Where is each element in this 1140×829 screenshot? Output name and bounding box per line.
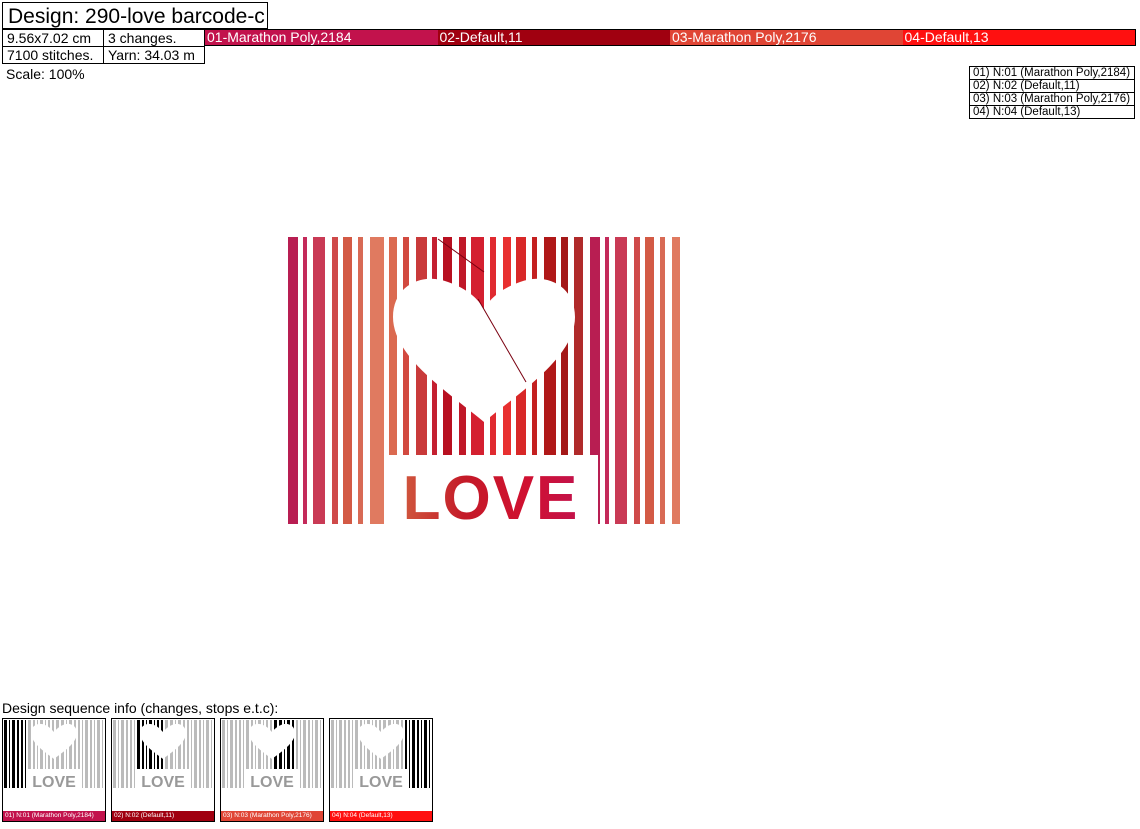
embroidery-design-preview: LOVE [288,237,686,533]
thumb-stripe [82,720,83,788]
thumb-caption: 04) N:04 (Default,13) [330,811,432,821]
thumb-stripe [230,720,233,788]
thumb-stripe [194,720,197,788]
sequence-thumb-4[interactable]: LOVE 04) N:04 (Default,13) [329,718,433,822]
thumb-stripe [203,720,204,788]
thumb-preview: LOVE [222,720,321,791]
sequence-thumb-3[interactable]: LOVE 03) N:03 (Marathon Poly,2176) [220,718,324,822]
legend-item-1: 01) N:01 (Marathon Poly,2184) [969,66,1135,80]
thumb-stripe [320,720,321,788]
barcode-stripe [303,237,307,524]
sequence-info-label: Design sequence info (changes, stops e.t… [2,700,279,716]
sequence-thumbnails: LOVE 01) N:01 (Marathon Poly,2184) LOVE … [2,718,433,822]
thumb-stripe [126,720,128,788]
thumb-stripe [191,720,192,788]
thumb-stripe [331,720,334,788]
thumb-stripe [211,720,212,788]
sequence-thumb-1[interactable]: LOVE 01) N:01 (Marathon Poly,2184) [2,718,106,822]
thumb-stripe [412,720,415,788]
thumb-preview: LOVE [113,720,212,791]
barcode-stripe [615,237,627,524]
thumb-stripe [352,720,353,788]
thumb-love-text: LOVE [141,774,185,791]
thumb-stripe [315,720,318,788]
yarn-length: Yarn: 34.03 m [103,46,205,64]
thumb-stripe [85,720,88,788]
barcode-stripe [660,237,665,524]
thumb-love-text: LOVE [359,774,403,791]
thread-color-bar: 01-Marathon Poly,2184 02-Default,11 03-M… [204,29,1136,46]
color-segment-2: 02-Default,11 [437,30,670,45]
thumb-stripe [121,720,124,788]
color-segment-1: 01-Marathon Poly,2184 [205,30,438,45]
thumb-stripe [227,720,228,788]
thumb-stripe [130,720,132,788]
barcode-stripe [288,237,298,524]
thumb-stripe [239,720,241,788]
thumb-stripe [222,720,225,788]
barcode-stripe [672,237,686,524]
thumb-stripe [417,720,419,788]
thumb-stripe [303,720,306,788]
legend-item-2: 02) N:02 (Default,11) [969,79,1135,93]
thumb-stripe [102,720,103,788]
barcode-stripe [605,237,609,524]
thumb-preview: LOVE [4,720,103,791]
thumb-love-text: LOVE [32,774,76,791]
thumb-stripe [12,720,15,788]
legend-item-3: 03) N:03 (Marathon Poly,2176) [969,92,1135,106]
barcode-stripe [332,237,338,524]
thumb-stripe [336,720,337,788]
thumb-stripe [235,720,237,788]
sequence-thumb-2[interactable]: LOVE 02) N:02 (Default,11) [111,718,215,822]
barcode-stripe [343,237,352,524]
thumb-stripe [9,720,10,788]
color-changes: 3 changes. [103,29,205,47]
thumb-stripe [339,720,342,788]
barcode-stripe [358,237,363,524]
color-segment-3: 03-Marathon Poly,2176 [670,30,903,45]
love-text: LOVE [403,464,580,524]
thumb-love-text: LOVE [250,774,294,791]
thumb-stripe [348,720,350,788]
design-info-table: 9.56x7.02 cm 3 changes. 7100 stitches. Y… [2,29,205,64]
barcode-stripe [370,237,384,524]
thumb-stripe [4,720,7,788]
thumb-stripe [199,720,201,788]
thumb-stripe [409,720,410,788]
thumb-stripe [97,720,100,788]
scale-label: Scale: 100% [6,66,85,82]
thumb-caption: 01) N:01 (Marathon Poly,2184) [3,811,105,821]
thumb-preview: LOVE [331,720,430,791]
barcode-stripe [634,237,640,524]
color-segment-4: 04-Default,13 [902,30,1135,45]
thumb-stripe [344,720,346,788]
thumb-caption: 02) N:02 (Default,11) [112,811,214,821]
barcode-stripe [313,237,325,524]
thumb-stripe [113,720,116,788]
stitch-count: 7100 stitches. [2,46,104,64]
thread-legend: 01) N:01 (Marathon Poly,2184) 02) N:02 (… [969,66,1135,119]
thumb-stripe [134,720,135,788]
thumb-stripe [17,720,19,788]
thumb-stripe [308,720,310,788]
thumb-stripe [421,720,422,788]
thumb-stripe [243,720,244,788]
thumb-stripe [94,720,95,788]
thumb-stripe [424,720,427,788]
thumb-stripe [25,720,26,788]
legend-item-4: 04) N:04 (Default,13) [969,105,1135,119]
thumb-stripe [90,720,92,788]
thumb-stripe [118,720,119,788]
thumb-stripe [429,720,430,788]
thumb-stripe [300,720,301,788]
barcode-stripe [645,237,654,524]
thumb-stripe [21,720,23,788]
thumb-caption: 03) N:03 (Marathon Poly,2176) [221,811,323,821]
thumb-stripe [312,720,313,788]
barcode-love-design: LOVE [288,237,686,533]
design-title: Design: 290-love barcode-c [2,2,268,29]
thumb-stripe [206,720,209,788]
design-size: 9.56x7.02 cm [2,29,104,47]
